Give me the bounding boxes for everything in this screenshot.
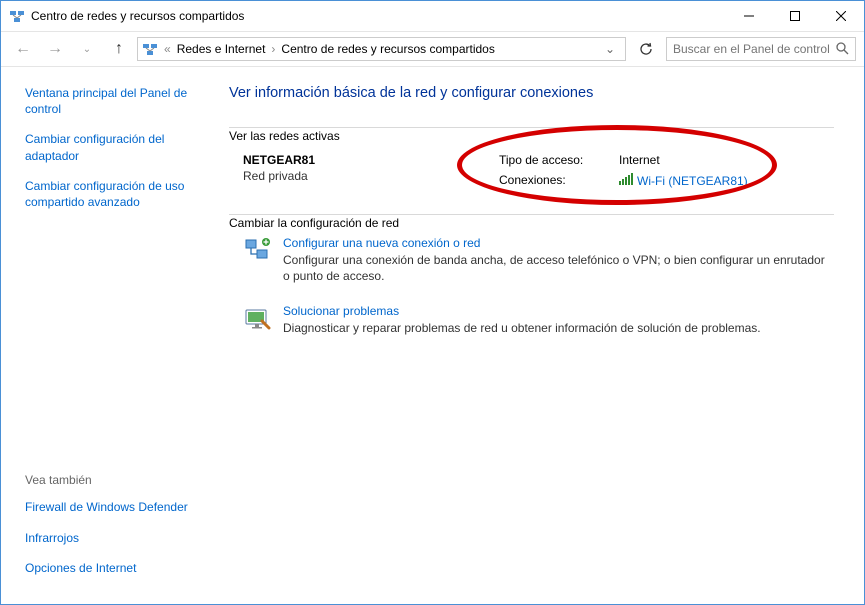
body-area: Ventana principal del Panel de control C… <box>1 67 864 604</box>
section-legend: Ver las redes activas <box>229 129 346 143</box>
refresh-button[interactable] <box>634 37 658 61</box>
network-center-icon <box>142 41 158 57</box>
search-icon[interactable] <box>835 41 849 58</box>
troubleshoot-icon <box>243 304 271 332</box>
access-type-value: Internet <box>619 153 660 167</box>
chevron-right-icon[interactable]: « <box>162 42 173 56</box>
recent-dropdown[interactable]: ⌄ <box>73 35 101 63</box>
address-dropdown[interactable]: ⌄ <box>599 42 621 56</box>
task-title-link[interactable]: Configurar una nueva conexión o red <box>283 236 834 250</box>
task-troubleshoot: Solucionar problemas Diagnosticar y repa… <box>229 298 834 350</box>
window-controls <box>726 1 864 31</box>
access-type-label: Tipo de acceso: <box>499 153 599 167</box>
back-button[interactable]: ← <box>9 35 37 63</box>
main-content: Ver información básica de la red y confi… <box>211 67 864 604</box>
search-input[interactable] <box>673 42 835 56</box>
network-name: NETGEAR81 <box>243 153 499 167</box>
sidebar-link-firewall[interactable]: Firewall de Windows Defender <box>25 499 197 515</box>
search-box[interactable] <box>666 37 856 61</box>
connection-value: Wi-Fi (NETGEAR81) <box>637 174 748 188</box>
window: Centro de redes y recursos compartidos ←… <box>0 0 865 605</box>
breadcrumb-part[interactable]: Redes e Internet <box>173 42 270 56</box>
task-new-connection: Configurar una nueva conexión o red Conf… <box>229 230 834 298</box>
sidebar-link-sharing-settings[interactable]: Cambiar configuración de uso compartido … <box>25 178 197 210</box>
active-networks-section: Ver las redes activas NETGEAR81 Red priv… <box>229 119 834 206</box>
task-description: Diagnosticar y reparar problemas de red … <box>283 320 761 336</box>
close-button[interactable] <box>818 1 864 31</box>
connections-label: Conexiones: <box>499 173 599 188</box>
sidebar-footer-heading: Vea también <box>25 473 197 487</box>
breadcrumb[interactable]: « Redes e Internet › Centro de redes y r… <box>137 37 626 61</box>
minimize-button[interactable] <box>726 1 772 31</box>
sidebar: Ventana principal del Panel de control C… <box>1 67 211 604</box>
sidebar-link-adapter-settings[interactable]: Cambiar configuración del adaptador <box>25 131 197 163</box>
forward-button[interactable]: → <box>41 35 69 63</box>
task-description: Configurar una conexión de banda ancha, … <box>283 252 834 284</box>
task-title-link[interactable]: Solucionar problemas <box>283 304 761 318</box>
network-center-icon <box>9 8 25 24</box>
section-legend: Cambiar la configuración de red <box>229 216 405 230</box>
window-title: Centro de redes y recursos compartidos <box>31 9 726 23</box>
wifi-signal-icon <box>619 173 633 185</box>
connection-link[interactable]: Wi-Fi (NETGEAR81) <box>619 173 748 188</box>
up-button[interactable]: ↑ <box>105 35 133 63</box>
change-settings-section: Cambiar la configuración de red Configur… <box>229 206 834 369</box>
network-type: Red privada <box>243 169 499 183</box>
maximize-button[interactable] <box>772 1 818 31</box>
network-identity: NETGEAR81 Red privada <box>229 153 499 188</box>
sidebar-link-main-panel[interactable]: Ventana principal del Panel de control <box>25 85 197 117</box>
sidebar-link-infrared[interactable]: Infrarrojos <box>25 530 197 546</box>
new-connection-icon <box>243 236 271 264</box>
titlebar: Centro de redes y recursos compartidos <box>1 1 864 31</box>
chevron-right-icon: › <box>269 42 277 56</box>
page-title: Ver información básica de la red y confi… <box>229 85 834 101</box>
sidebar-link-internet-options[interactable]: Opciones de Internet <box>25 560 197 576</box>
toolbar: ← → ⌄ ↑ « Redes e Internet › Centro de r… <box>1 31 864 67</box>
breadcrumb-part[interactable]: Centro de redes y recursos compartidos <box>277 42 498 56</box>
network-details: Tipo de acceso: Internet Conexiones: Wi-… <box>499 153 748 188</box>
